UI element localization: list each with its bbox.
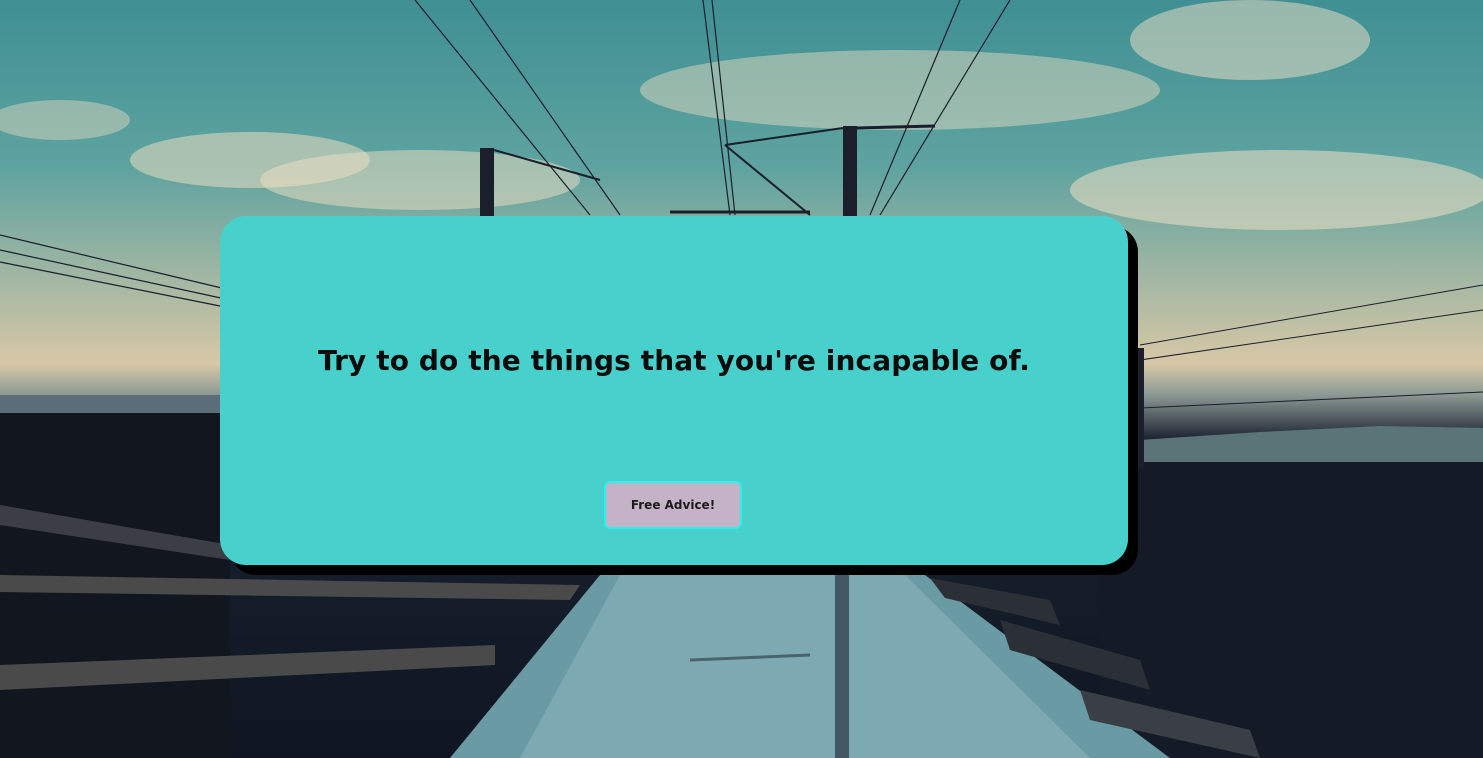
advice-text: Try to do the things that you're incapab… (318, 344, 1030, 377)
free-advice-button[interactable]: Free Advice! (604, 481, 742, 529)
advice-card: Try to do the things that you're incapab… (220, 216, 1128, 565)
